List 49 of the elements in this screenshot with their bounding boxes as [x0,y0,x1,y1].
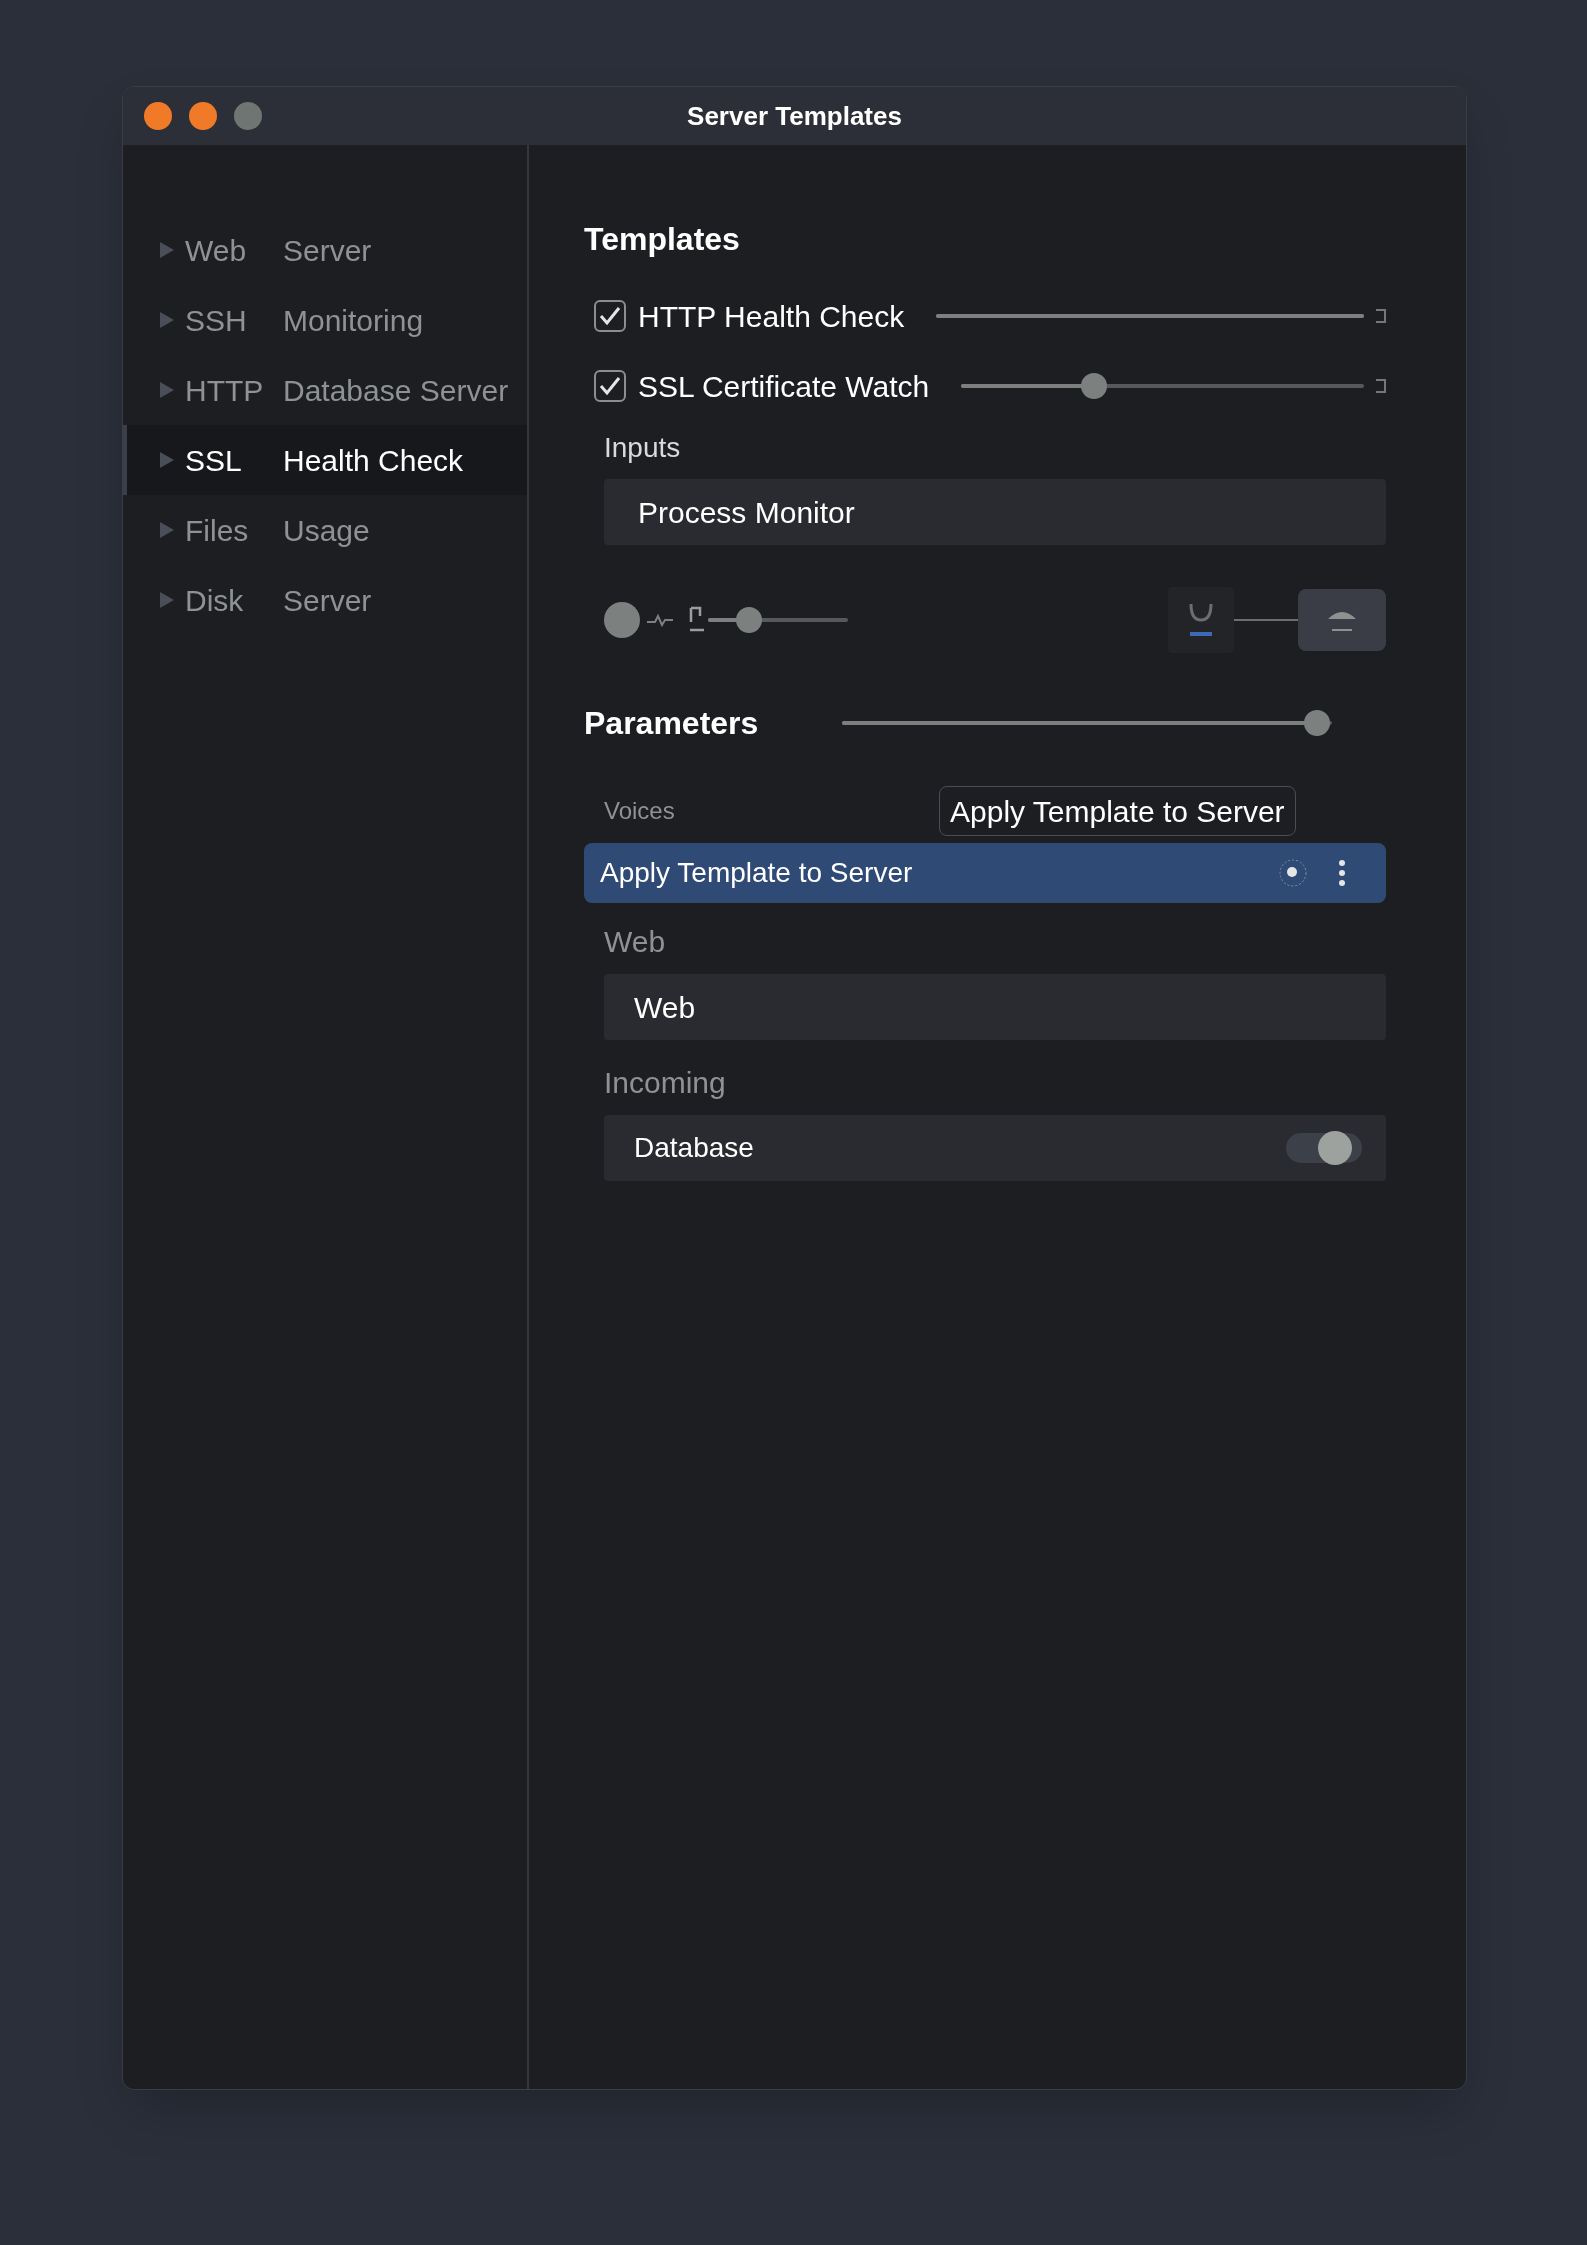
minimize-button[interactable] [189,102,217,130]
checkbox[interactable] [594,300,626,332]
sidebar-item[interactable]: SSL Health Check [123,425,527,495]
sidebar-item[interactable]: Disk Server [123,565,527,635]
sidebar-item[interactable]: Web Server [123,215,527,285]
input-field[interactable]: Web [604,974,1386,1040]
sidebar-item[interactable]: HTTP Database Server [123,355,527,425]
sidebar-item[interactable]: SSH Monitoring [123,285,527,355]
triangle-icon [159,311,175,329]
field-label: Inputs [603,431,682,465]
toggle-row[interactable]: Database [604,1115,1386,1181]
triangle-icon [159,381,175,399]
check-icon [599,376,621,396]
slider[interactable] [842,710,1332,736]
triangle-icon [159,451,175,469]
tooltip: Apply Template to Server [939,786,1296,836]
close-button[interactable] [144,102,172,130]
toggle-label: Database [634,1131,755,1165]
check-icon [599,306,621,326]
zoom-button[interactable] [234,102,262,130]
window-title: Server Templates [687,99,902,133]
slider-thumb[interactable] [1081,373,1108,399]
record-icon[interactable] [604,602,640,638]
pulse-icon [646,613,674,627]
section-heading: Parameters [584,704,760,743]
field-label: Incoming [603,1065,727,1101]
triangle-icon [159,521,175,539]
triangle-icon [159,241,175,259]
cloud-button[interactable] [1298,589,1386,651]
checkbox[interactable] [594,370,626,402]
checkbox-label: SSL Certificate Watch [638,368,930,405]
slider[interactable] [961,373,1364,399]
list-row[interactable]: Apply Template to Server [584,843,1386,903]
section-heading: Templates [584,220,741,259]
slider-end-icon [1376,379,1386,393]
triangle-icon [159,591,175,609]
more-icon[interactable] [1338,860,1346,886]
sidebar-item[interactable]: Files Usage [123,495,527,565]
slider-thumb[interactable] [735,607,762,633]
microphone-button[interactable] [1168,587,1234,653]
field-label: Voices [604,796,676,826]
radio-icon[interactable] [1278,858,1308,888]
checkbox-label: HTTP Health Check [638,298,905,335]
input-field[interactable]: Process Monitor [604,479,1386,545]
slider-end-icon [1376,309,1386,323]
slider[interactable] [708,607,848,633]
field-label: Web [603,924,667,960]
toggle-switch[interactable] [1286,1133,1362,1163]
slider-thumb[interactable] [1304,710,1331,736]
